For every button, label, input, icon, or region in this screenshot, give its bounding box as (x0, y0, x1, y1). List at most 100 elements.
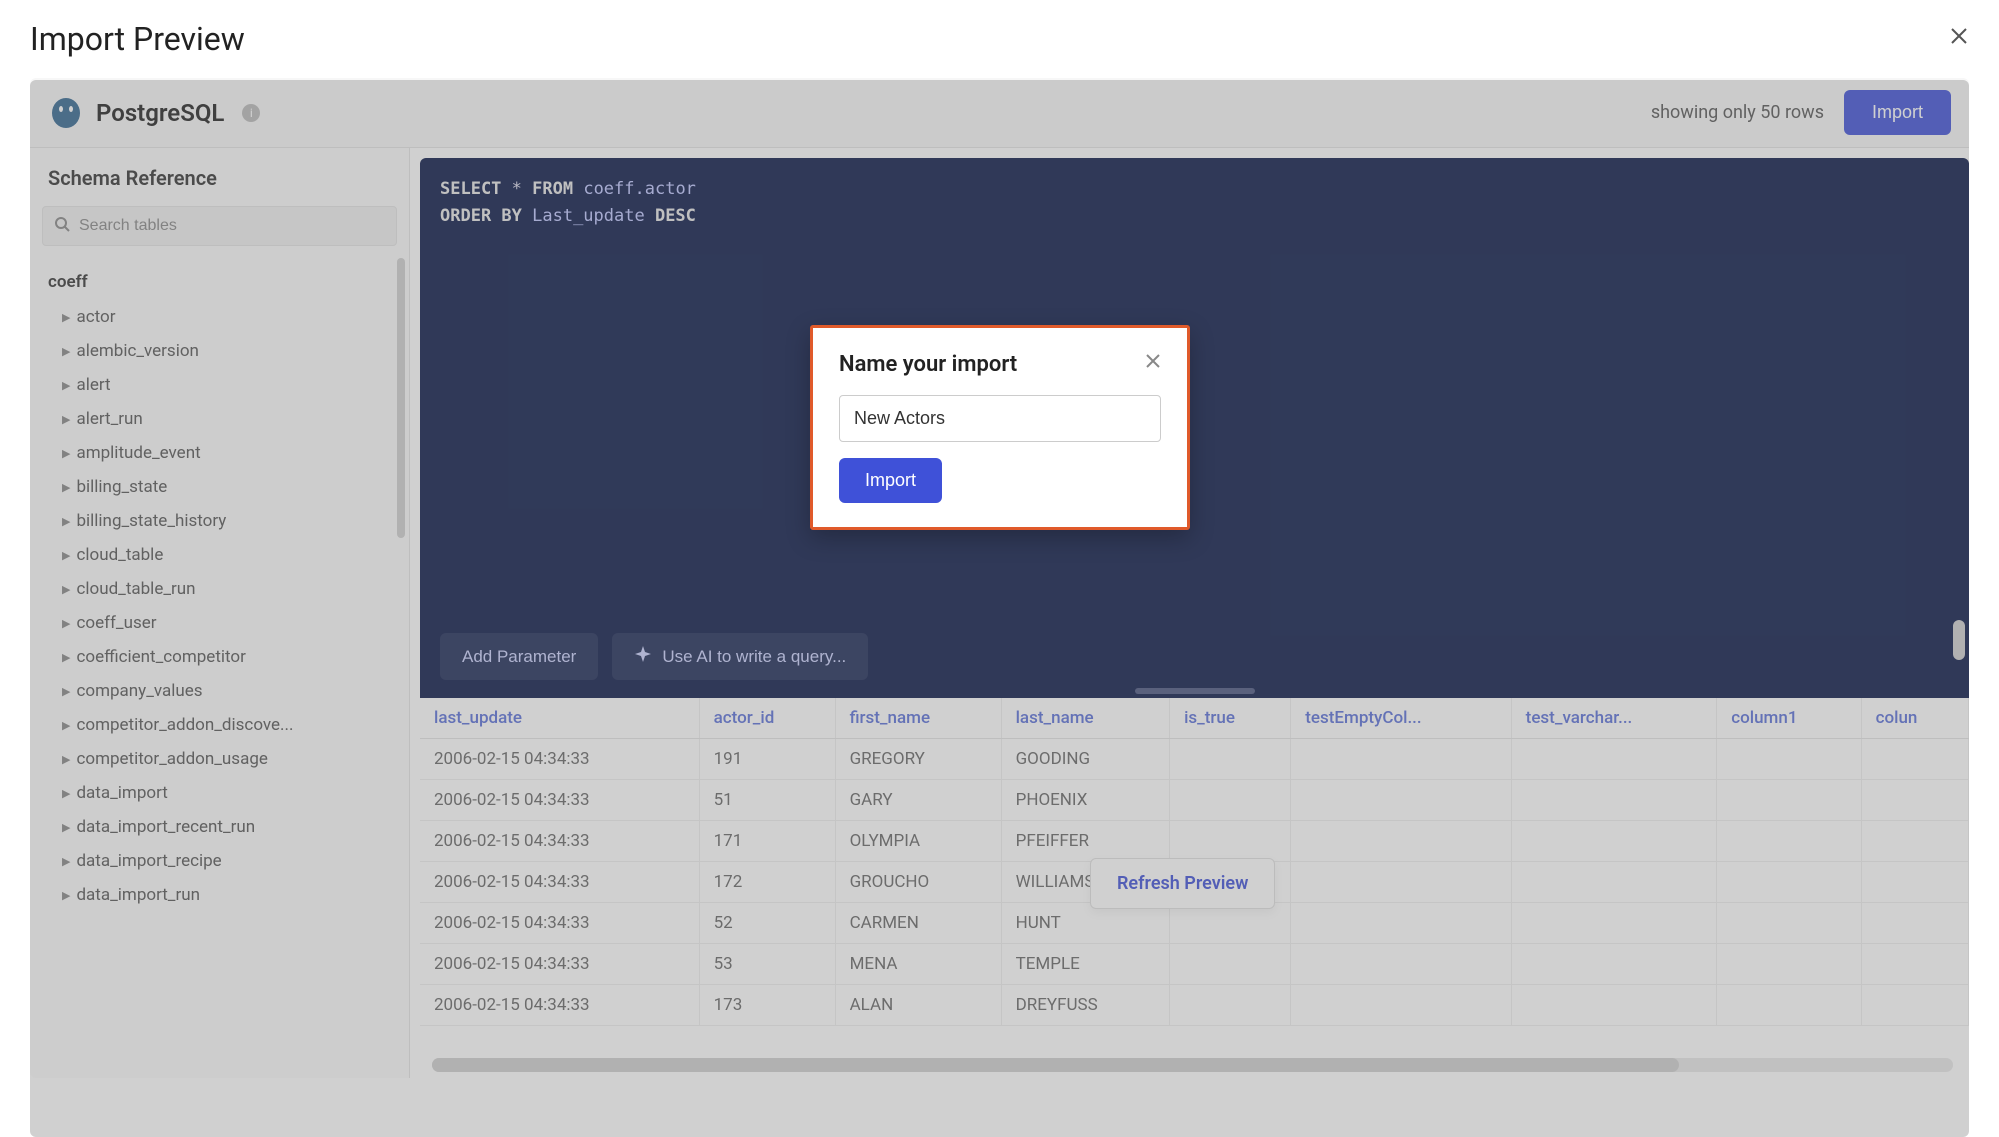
table-row: 2006-02-15 04:34:33171OLYMPIAPFEIFFER (420, 821, 1969, 862)
table-cell (1511, 944, 1717, 985)
sidebar-table-item[interactable]: ▶data_import_run (42, 878, 397, 912)
add-parameter-button[interactable]: Add Parameter (440, 633, 598, 680)
ai-query-button[interactable]: Use AI to write a query... (612, 633, 868, 680)
column-header[interactable]: last_update (420, 698, 699, 739)
table-cell (1511, 903, 1717, 944)
chevron-right-icon: ▶ (62, 787, 70, 800)
sparkle-icon (634, 645, 652, 668)
horizontal-scrollbar-thumb[interactable] (432, 1058, 1679, 1072)
table-cell (1291, 739, 1511, 780)
table-cell (1511, 985, 1717, 1026)
sidebar-table-item[interactable]: ▶billing_state_history (42, 504, 397, 538)
chevron-right-icon: ▶ (62, 685, 70, 698)
table-cell: 2006-02-15 04:34:33 (420, 985, 699, 1026)
table-item-label: billing_state (76, 477, 167, 497)
table-cell (1717, 903, 1861, 944)
table-cell: DREYFUSS (1001, 985, 1169, 1026)
horizontal-scrollbar[interactable] (432, 1058, 1953, 1072)
sidebar-table-item[interactable]: ▶cloud_table (42, 538, 397, 572)
column-header[interactable]: testEmptyCol... (1291, 698, 1511, 739)
column-header[interactable]: column1 (1717, 698, 1861, 739)
sql-keyword: SELECT (440, 179, 501, 199)
sidebar-table-item[interactable]: ▶data_import_recent_run (42, 810, 397, 844)
table-cell (1861, 739, 1968, 780)
import-name-input[interactable] (839, 395, 1161, 442)
sidebar-table-item[interactable]: ▶ alert_run (42, 402, 397, 436)
table-cell: GOODING (1001, 739, 1169, 780)
close-outer-button[interactable] (1949, 25, 1969, 53)
import-button[interactable]: Import (1844, 90, 1951, 135)
sidebar-table-item[interactable]: ▶coefficient_competitor (42, 640, 397, 674)
table-item-label: competitor_addon_discove... (76, 715, 293, 735)
table-item-label: alert_run (76, 409, 142, 429)
column-header[interactable]: colun (1861, 698, 1968, 739)
vertical-scrollbar[interactable] (1953, 620, 1965, 660)
table-item-label: cloud_table_run (76, 579, 195, 599)
chevron-right-icon: ▶ (62, 413, 70, 426)
info-icon[interactable]: i (242, 104, 260, 122)
table-item-label: data_import_recent_run (76, 817, 255, 837)
table-cell: 2006-02-15 04:34:33 (420, 739, 699, 780)
sidebar-table-item[interactable]: ▶data_import_recipe (42, 844, 397, 878)
sidebar-title: Schema Reference (42, 166, 397, 190)
column-header[interactable]: test_varchar... (1511, 698, 1717, 739)
table-cell: GREGORY (835, 739, 1001, 780)
table-cell: 2006-02-15 04:34:33 (420, 903, 699, 944)
table-item-label: competitor_addon_usage (76, 749, 267, 769)
chevron-right-icon: ▶ (62, 481, 70, 494)
app-frame: PostgreSQL i showing only 50 rows Import… (30, 78, 1969, 1078)
table-cell (1861, 862, 1968, 903)
refresh-preview-button[interactable]: Refresh Preview (1090, 858, 1275, 909)
chevron-right-icon: ▶ (62, 447, 70, 460)
table-cell: GROUCHO (835, 862, 1001, 903)
table-cell (1511, 862, 1717, 903)
sidebar-table-item[interactable]: ▶competitor_addon_discove... (42, 708, 397, 742)
table-cell: CARMEN (835, 903, 1001, 944)
table-item-label: coefficient_competitor (76, 647, 245, 667)
editor-resize-handle[interactable] (1135, 688, 1255, 694)
sidebar-table-item[interactable]: ▶ actor (42, 300, 397, 334)
table-cell: 2006-02-15 04:34:33 (420, 944, 699, 985)
table-cell: 53 (699, 944, 835, 985)
sidebar-table-item[interactable]: ▶cloud_table_run (42, 572, 397, 606)
table-cell (1511, 780, 1717, 821)
chevron-right-icon: ▶ (62, 311, 70, 324)
sidebar-table-item[interactable]: ▶ competitor_addon_usage (42, 742, 397, 776)
table-cell (1717, 780, 1861, 821)
column-header[interactable]: last_name (1001, 698, 1169, 739)
sidebar-table-item[interactable]: ▶alert (42, 368, 397, 402)
table-cell: 172 (699, 862, 835, 903)
column-header[interactable]: actor_id (699, 698, 835, 739)
table-cell: GARY (835, 780, 1001, 821)
main-panel: SELECT * FROM coeff.actor ORDER BY Last_… (410, 148, 1969, 1078)
table-row: 2006-02-15 04:34:33191GREGORYGOODING (420, 739, 1969, 780)
schema-name[interactable]: coeff (42, 264, 397, 300)
table-item-label: actor (76, 307, 115, 327)
column-header[interactable]: is_true (1170, 698, 1291, 739)
sidebar-scrollbar[interactable] (397, 258, 405, 538)
row-count-text: showing only 50 rows (1651, 102, 1824, 123)
modal-close-button[interactable] (1145, 352, 1161, 375)
sidebar-table-item[interactable]: ▶amplitude_event (42, 436, 397, 470)
sidebar-table-item[interactable]: ▶data_import (42, 776, 397, 810)
table-cell (1861, 944, 1968, 985)
table-cell (1861, 821, 1968, 862)
modal-import-button[interactable]: Import (839, 458, 942, 503)
sql-keyword: ORDER BY (440, 206, 522, 226)
table-cell (1861, 903, 1968, 944)
search-input[interactable] (42, 206, 397, 246)
sidebar-table-item[interactable]: ▶alembic_version (42, 334, 397, 368)
sidebar-table-item[interactable]: ▶coeff_user (42, 606, 397, 640)
chevron-right-icon: ▶ (62, 515, 70, 528)
sql-editor[interactable]: SELECT * FROM coeff.actor ORDER BY Last_… (420, 158, 1969, 698)
search-icon (54, 216, 70, 236)
chevron-right-icon: ▶ (62, 753, 70, 766)
sidebar-table-item[interactable]: ▶ billing_state (42, 470, 397, 504)
table-row: 2006-02-15 04:34:33173ALANDREYFUSS (420, 985, 1969, 1026)
table-row: 2006-02-15 04:34:3351GARYPHOENIX (420, 780, 1969, 821)
table-item-label: data_import_run (76, 885, 200, 905)
table-cell: 2006-02-15 04:34:33 (420, 862, 699, 903)
column-header[interactable]: first_name (835, 698, 1001, 739)
table-item-label: alembic_version (76, 341, 198, 361)
sidebar-table-item[interactable]: ▶company_values (42, 674, 397, 708)
